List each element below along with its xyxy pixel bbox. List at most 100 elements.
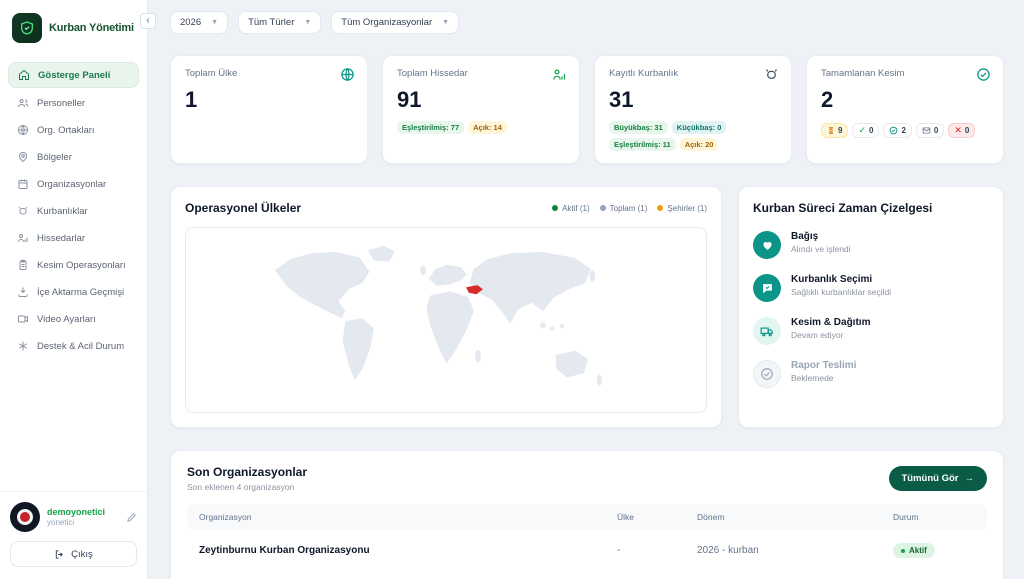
- status-badge: Eşleştirilmiş: 77: [397, 121, 464, 134]
- mail-icon: [922, 126, 931, 135]
- check-circle-icon: [976, 67, 991, 87]
- cancel-count-badge: ✕ 0: [948, 123, 975, 138]
- sidebar-item-label: Organizasyonlar: [37, 179, 106, 190]
- check-circle-icon: [889, 126, 898, 135]
- status-badge: Eşleştirilmiş: 11: [609, 138, 676, 151]
- donation-icon: [753, 231, 781, 259]
- timeline-step-bagis: Bağış Alındı ve işlendi: [753, 231, 989, 259]
- sidebar-item-label: Destek & Acil Durum: [37, 341, 124, 352]
- map-card-title: Operasyonel Ülkeler: [185, 201, 301, 215]
- stat-value: 2: [821, 87, 989, 113]
- sidebar-item-destek-acil-durum[interactable]: Destek & Acil Durum: [8, 334, 139, 358]
- recent-organizations-card: Son Organizasyonlar Son eklenen 4 organi…: [170, 450, 1004, 579]
- view-all-button[interactable]: Tümünü Gör →: [889, 466, 988, 491]
- app-title: Kurban Yönetimi: [49, 22, 134, 34]
- sidebar-item-organizasyonlar[interactable]: Organizasyonlar: [8, 172, 139, 196]
- sidebar-item-bolgeler[interactable]: Bölgeler: [8, 145, 139, 169]
- logout-icon: [54, 549, 65, 560]
- legend-dot-aktif: [552, 205, 558, 211]
- cow-icon: [17, 205, 29, 217]
- sidebar-item-video-ayarlari[interactable]: Video Ayarları: [8, 307, 139, 331]
- mail-count-badge: 0: [916, 123, 944, 138]
- timeline-step-rapor-teslimi: Rapor Teslimi Beklemede: [753, 360, 989, 388]
- logout-button[interactable]: Çıkış: [10, 541, 137, 567]
- globe-icon: [340, 67, 355, 87]
- world-map[interactable]: [185, 227, 707, 413]
- sidebar-item-kurbanliklar[interactable]: Kurbanlıklar: [8, 199, 139, 223]
- stat-card-kayitli-kurbanlik: Kayıtlı Kurbanlık 31 Büyükbaş: 31 Küçükb…: [594, 55, 792, 164]
- check-circle-icon: [753, 360, 781, 388]
- orgs-title: Son Organizasyonlar: [187, 465, 307, 479]
- check-count-badge: ✓ 0: [852, 123, 879, 138]
- stat-value: 91: [397, 87, 565, 113]
- sidebar-item-label: Kesim Operasyonları: [37, 260, 126, 271]
- timeline-card: Kurban Süreci Zaman Çizelgesi Bağış Alın…: [738, 186, 1004, 428]
- status-badge: Aktif: [893, 543, 935, 558]
- hourglass-count-badge: 9: [821, 123, 848, 138]
- stat-value: 1: [185, 87, 353, 113]
- stat-card-tamamlanan-kesim: Tamamlanan Kesim 2 9 ✓ 0 2 0: [806, 55, 1004, 164]
- sidebar-item-ice-aktarma-gecmisi[interactable]: İçe Aktarma Geçmişi: [8, 280, 139, 304]
- sidebar-item-hissedarlar[interactable]: Hissedarlar: [8, 226, 139, 250]
- sidebar-item-gosterge-paneli[interactable]: Gösterge Paneli: [8, 62, 139, 88]
- stat-title: Toplam Hissedar: [397, 68, 565, 79]
- check-icon: ✓: [858, 126, 866, 135]
- edit-profile-icon[interactable]: [126, 512, 137, 523]
- sidebar-item-kesim-operasyonlari[interactable]: Kesim Operasyonları: [8, 253, 139, 277]
- sidebar-collapse-button[interactable]: ‹: [140, 13, 156, 29]
- status-badge: Küçükbaş: 0: [672, 121, 727, 134]
- stat-title: Toplam Ülke: [185, 68, 353, 79]
- table-row[interactable]: Zeytinburnu Kurban Organizasyonu - 2026 …: [187, 530, 987, 571]
- chevron-down-icon: ▼: [442, 19, 449, 26]
- legend-dot-sehirler: [657, 205, 663, 211]
- year-select[interactable]: 2026▼: [170, 11, 228, 34]
- sidebar-item-org-ortaklari[interactable]: Org. Ortakları: [8, 118, 139, 142]
- sidebar-item-label: Org. Ortakları: [37, 125, 95, 136]
- map-legend: Aktif (1) Toplam (1) Şehirler (1): [552, 204, 707, 213]
- org-period: 2026 - kurban: [697, 545, 893, 556]
- organizations-table: Organizasyon Ülke Dönem Durum Zeytinburn…: [187, 504, 987, 571]
- users-icon: [17, 97, 29, 109]
- stat-card-toplam-hissedar: Toplam Hissedar 91 Eşleştirilmiş: 77 Açı…: [382, 55, 580, 164]
- organization-select[interactable]: Tüm Organizasyonlar▼: [331, 11, 459, 34]
- arrow-right-icon: →: [965, 473, 975, 484]
- hourglass-icon: [827, 126, 835, 135]
- video-icon: [17, 313, 29, 325]
- timeline-title: Kurban Süreci Zaman Çizelgesi: [753, 201, 989, 215]
- person-chart-icon: [552, 67, 567, 87]
- cow-icon: [764, 67, 779, 87]
- table-header-row: Organizasyon Ülke Dönem Durum: [187, 504, 987, 530]
- sidebar-item-label: Hissedarlar: [37, 233, 85, 244]
- person-chart-icon: [17, 232, 29, 244]
- legend-dot-toplam: [600, 205, 606, 211]
- truck-icon: [753, 317, 781, 345]
- status-badge: Açık: 20: [680, 138, 719, 151]
- world-map-svg: [196, 235, 695, 404]
- sidebar-item-label: Kurbanlıklar: [37, 206, 88, 217]
- sidebar-item-label: İçe Aktarma Geçmişi: [37, 287, 124, 298]
- app-logo-row: Kurban Yönetimi: [0, 0, 147, 59]
- chevron-down-icon: ▼: [304, 19, 311, 26]
- user-card: demoyonetici yonetici: [10, 502, 137, 532]
- operational-countries-card: Operasyonel Ülkeler Aktif (1) Toplam (1)…: [170, 186, 722, 428]
- chat-check-icon: [753, 274, 781, 302]
- stat-card-toplam-ulke: Toplam Ülke 1: [170, 55, 368, 164]
- avatar: [10, 502, 40, 532]
- user-role: yonetici: [47, 518, 119, 527]
- verified-count-badge: 2: [883, 123, 911, 138]
- type-select[interactable]: Tüm Türler▼: [238, 11, 321, 34]
- home-icon: [18, 69, 30, 81]
- org-name: Zeytinburnu Kurban Organizasyonu: [199, 545, 617, 556]
- chevron-left-icon: ‹: [146, 16, 149, 26]
- stat-value: 31: [609, 87, 777, 113]
- map-pin-icon: [17, 151, 29, 163]
- sidebar-footer: demoyonetici yonetici Çıkış: [0, 491, 147, 579]
- app-logo-icon: [12, 13, 42, 43]
- sidebar-item-personeller[interactable]: Personeller: [8, 91, 139, 115]
- user-name: demoyonetici: [47, 507, 119, 517]
- globe-icon: [17, 124, 29, 136]
- calendar-icon: [17, 178, 29, 190]
- sidebar-item-label: Bölgeler: [37, 152, 72, 163]
- sidebar-nav: Gösterge Paneli Personeller Org. Ortakla…: [0, 62, 147, 358]
- timeline-step-kesim-dagitim: Kesim & Dağıtım Devam ediyor: [753, 317, 989, 345]
